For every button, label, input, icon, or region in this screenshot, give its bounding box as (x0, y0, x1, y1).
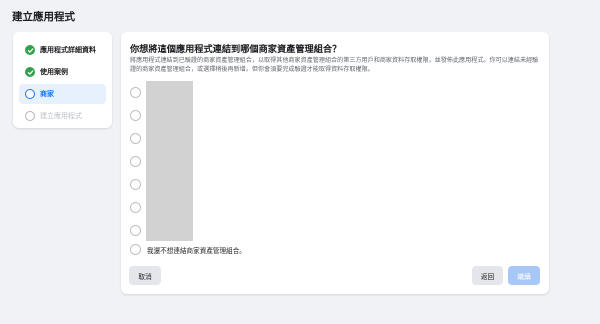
step-label: 商家 (40, 90, 54, 98)
step-use-cases[interactable]: 使用案例 (19, 62, 106, 82)
back-button[interactable]: 返回 (472, 266, 503, 285)
circle-icon (25, 111, 35, 121)
step-label: 使用案例 (40, 68, 68, 76)
page-title: 建立應用程式 (12, 11, 75, 23)
circle-icon (25, 89, 35, 99)
check-icon (25, 67, 35, 77)
business-portfolio-radio[interactable] (130, 133, 141, 144)
business-portfolio-radio[interactable] (130, 156, 141, 167)
step-label: 建立應用程式 (40, 112, 82, 120)
redacted-business-names (146, 81, 193, 241)
business-portfolio-radio[interactable] (130, 202, 141, 213)
no-portfolio-radio[interactable] (130, 244, 141, 255)
business-portfolio-radio[interactable] (130, 179, 141, 190)
check-icon (25, 45, 35, 55)
step-business[interactable]: 商家 (19, 84, 106, 104)
question-heading: 你想將這個應用程式連結到哪個商家資產管理組合？ (130, 44, 342, 55)
steps-sidebar: 應用程式詳細資料 使用案例 商家 建立應用程式 (13, 32, 112, 128)
no-portfolio-label[interactable]: 我還不想連結商家資產管理組合。 (147, 245, 246, 255)
step-app-details[interactable]: 應用程式詳細資料 (19, 40, 106, 60)
step-create-app: 建立應用程式 (19, 106, 106, 126)
cancel-button[interactable]: 取消 (129, 266, 161, 285)
step-label: 應用程式詳細資料 (40, 46, 96, 54)
business-selection-card: 你想將這個應用程式連結到哪個商家資產管理組合？ 將應用程式連結到已驗證的商家資產… (121, 32, 549, 294)
description-text: 將應用程式連結到已驗證的商家資產管理組合，以取得其他商家資產管理組合的第三方用戶… (130, 57, 539, 73)
business-portfolio-radio[interactable] (130, 110, 141, 121)
business-portfolio-radio[interactable] (130, 225, 141, 236)
next-button[interactable]: 繼續 (508, 266, 540, 285)
business-portfolio-radio[interactable] (130, 87, 141, 98)
